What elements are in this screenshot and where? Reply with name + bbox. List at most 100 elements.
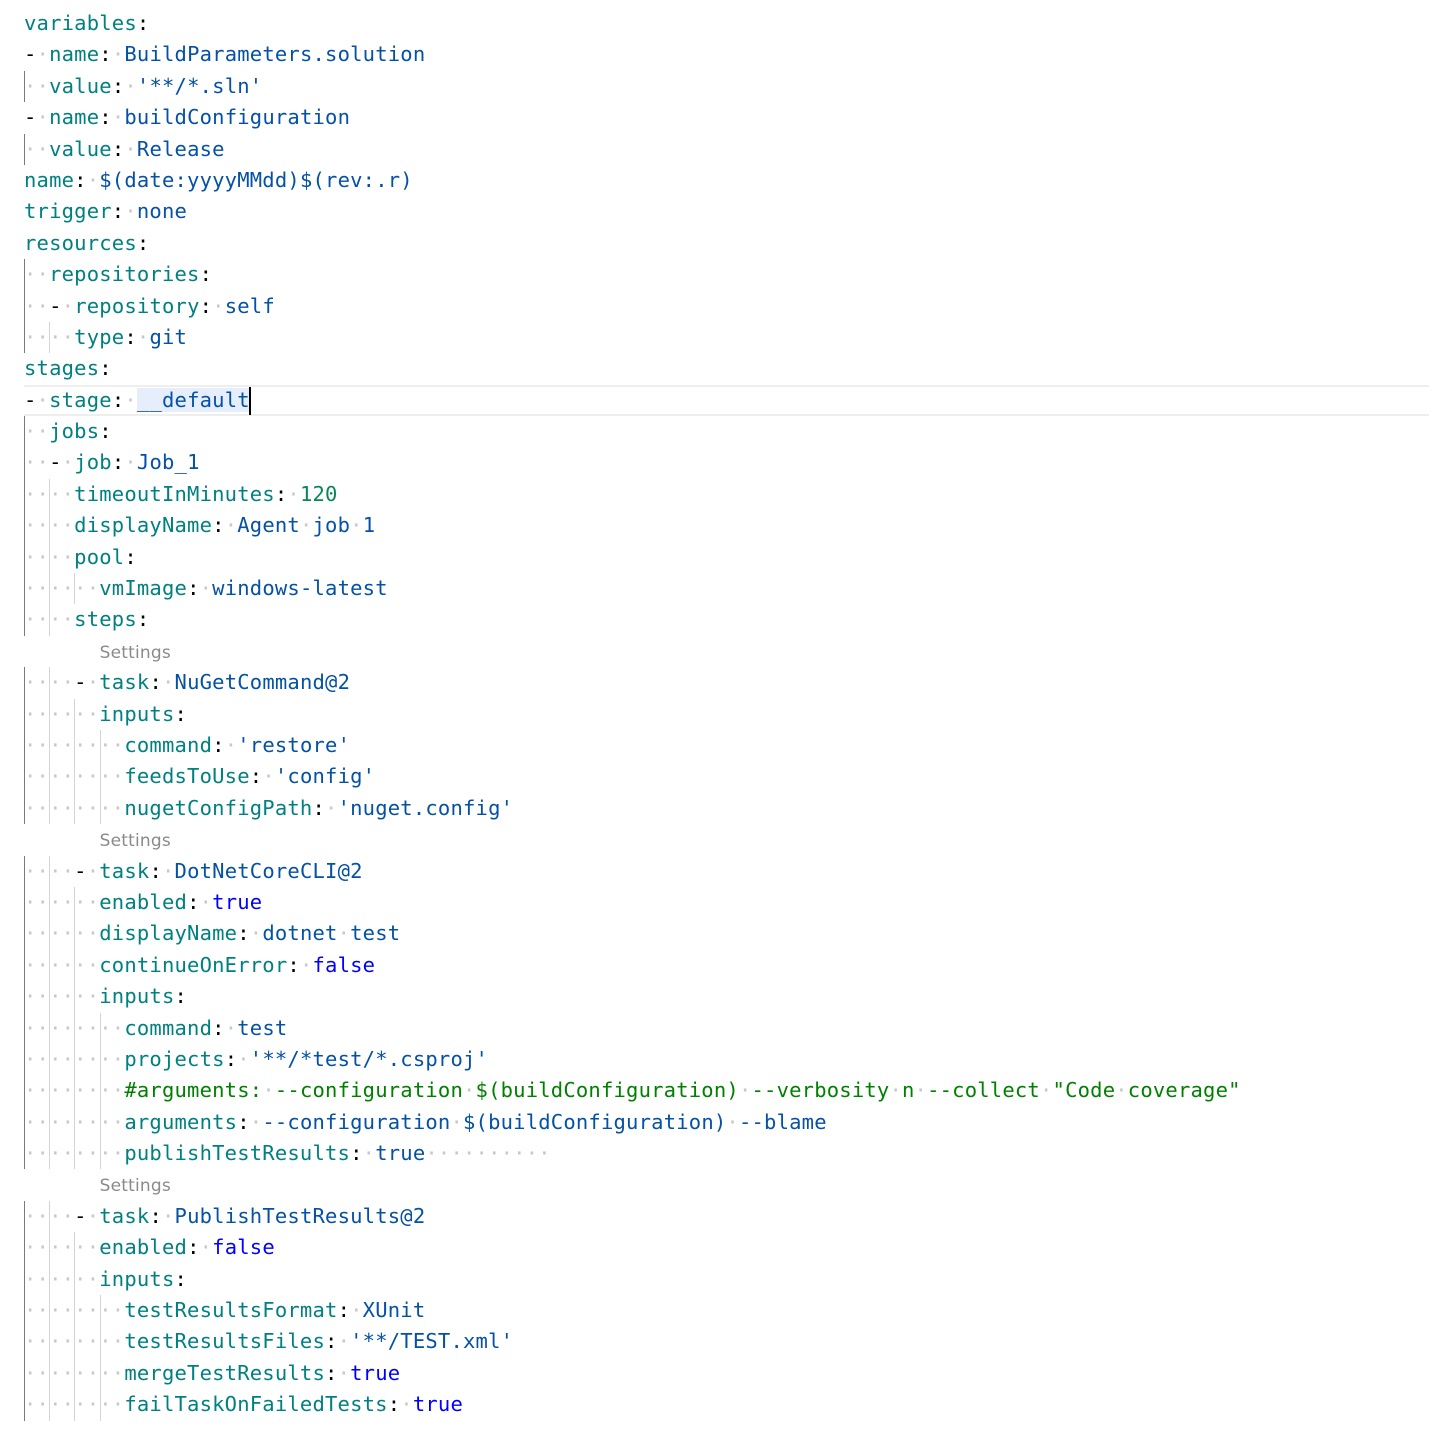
code-line[interactable]: ········failTaskOnFailedTests:·true	[0, 1389, 1429, 1421]
indent-guide	[24, 729, 25, 762]
code-line[interactable]: ········mergeTestResults:·true	[0, 1357, 1429, 1390]
code-line[interactable]: ········publishTestResults:·true········…	[0, 1138, 1429, 1170]
code-line[interactable]: ········command:·test	[0, 1012, 1429, 1044]
code-line[interactable]: ······inputs:	[0, 1263, 1429, 1296]
colon: :	[136, 607, 150, 632]
yaml-value: 'config'	[274, 764, 376, 789]
whitespace-marker: ·	[337, 1329, 351, 1354]
indent-guide	[49, 886, 51, 919]
code-line[interactable]: ····displayName:·Agent·job·1	[0, 510, 1429, 542]
code-line[interactable]: ········command:·'restore'	[0, 729, 1429, 762]
indent-guide	[99, 792, 101, 825]
code-line[interactable]: ····type:·git	[0, 321, 1429, 354]
colon: :	[187, 889, 200, 914]
code-line[interactable]: ··repositories:	[0, 259, 1429, 291]
list-dash: -	[24, 105, 37, 130]
colon: :	[111, 387, 125, 412]
code-line[interactable]: trigger:·none	[0, 196, 1429, 227]
whitespace-marker: ··	[24, 136, 50, 161]
code-line[interactable]: ··jobs:	[0, 416, 1429, 448]
yaml-key: inputs	[99, 984, 175, 1009]
indent-guide	[49, 1043, 51, 1076]
code-line[interactable]: ········arguments:·--configuration·$(bui…	[0, 1106, 1429, 1139]
code-line[interactable]: -·name:·buildConfiguration	[0, 102, 1429, 133]
indent-guide	[74, 792, 76, 825]
whitespace-marker: ······	[24, 576, 100, 601]
indent-guide	[74, 1232, 76, 1264]
indent-guide	[99, 1389, 101, 1421]
yaml-value: XUnit	[362, 1298, 426, 1323]
yaml-comment: #arguments:·--configuration·$(buildConfi…	[124, 1078, 1241, 1103]
code-line[interactable]: ······enabled:·false	[0, 1232, 1429, 1264]
code-line[interactable]: -·stage:·__default	[24, 384, 1429, 417]
code-line[interactable]: ······inputs:	[0, 981, 1429, 1013]
code-line[interactable]: variables:	[0, 8, 1429, 39]
code-line[interactable]: ··value:·Release	[0, 133, 1429, 165]
yaml-value: __default	[136, 387, 250, 412]
indent-guide	[24, 1043, 25, 1076]
code-line[interactable]: ········projects:·'**/*test/*.csproj'	[0, 1043, 1429, 1076]
code-line[interactable]: ··-·job:·Job_1	[0, 447, 1429, 479]
code-line[interactable]: ····-·task:·NuGetCommand@2	[0, 667, 1429, 699]
whitespace-marker: ··	[24, 73, 50, 98]
code-line[interactable]: ········feedsToUse:·'config'	[0, 761, 1429, 793]
colon: :	[237, 1109, 250, 1134]
indent-guide	[49, 729, 51, 762]
whitespace-marker: ·	[400, 1392, 413, 1417]
indent-guide	[24, 1106, 25, 1139]
codelens-settings-row[interactable]: Settings	[0, 636, 1429, 667]
code-line[interactable]: ······displayName:·dotnet·test	[0, 918, 1429, 950]
colon: :	[174, 1266, 188, 1291]
code-line[interactable]: ····pool:	[0, 541, 1429, 574]
codelens-settings-link[interactable]: Settings	[100, 831, 171, 851]
code-line[interactable]: ······enabled:·true	[0, 886, 1429, 919]
yaml-key: repositories	[49, 262, 200, 287]
code-line[interactable]: stages:	[0, 353, 1429, 384]
indent-guide	[24, 541, 25, 574]
codelens-settings-row[interactable]: Settings	[0, 824, 1429, 855]
code-line[interactable]: -·name:·BuildParameters.solution	[0, 39, 1429, 70]
code-line[interactable]: ····timeoutInMinutes:·120	[0, 478, 1429, 511]
yaml-value: 'restore'	[237, 732, 351, 757]
code-line[interactable]: ········testResultsFiles:·'**/TEST.xml'	[0, 1326, 1429, 1358]
yaml-key: name	[49, 105, 100, 130]
yaml-value: 'nuget.config'	[337, 795, 514, 820]
yaml-value: true	[375, 1141, 426, 1166]
code-line[interactable]: ··-·repository:·self	[0, 290, 1429, 322]
codelens-settings-link[interactable]: Settings	[100, 643, 171, 663]
yaml-value: false	[212, 1235, 275, 1260]
code-line[interactable]: ····steps:	[0, 604, 1429, 636]
whitespace-marker: ······	[24, 701, 100, 726]
yaml-value: true	[412, 1392, 463, 1417]
code-line[interactable]: name:·$(date:yyyyMMdd)$(rev:.r)	[0, 165, 1429, 196]
yaml-code-editor[interactable]: variables: -·name:·BuildParameters.soluti…	[0, 8, 1429, 1421]
codelens-settings-link[interactable]: Settings	[100, 1176, 171, 1196]
yaml-key: projects	[124, 1046, 225, 1071]
colon: :	[99, 356, 112, 381]
code-line[interactable]: ······continueOnError:·false	[0, 949, 1429, 982]
code-line[interactable]: ······vmImage:·windows-latest	[0, 573, 1429, 605]
yaml-key: task	[99, 858, 150, 883]
code-line[interactable]: ········#arguments:·--configuration·$(bu…	[0, 1075, 1429, 1107]
code-line[interactable]: resources:	[0, 228, 1429, 259]
whitespace-marker: ·	[36, 105, 50, 130]
indent-guide	[24, 1012, 25, 1044]
code-line[interactable]: ······inputs:	[0, 698, 1429, 730]
whitespace-marker: ··	[24, 293, 50, 318]
code-line[interactable]: ····-·task:·DotNetCoreCLI@2	[0, 855, 1429, 887]
yaml-key: steps	[74, 607, 137, 632]
colon: :	[212, 1015, 225, 1040]
whitespace-marker: ·	[124, 387, 137, 412]
indent-guide	[49, 1357, 51, 1390]
indent-guide	[24, 321, 25, 354]
code-line[interactable]: ········nugetConfigPath:·'nuget.config'	[0, 792, 1429, 825]
code-line[interactable]: ··value:·'**/*.sln'	[0, 70, 1429, 103]
codelens-settings-row[interactable]: Settings	[0, 1169, 1429, 1200]
whitespace-marker: ······	[24, 984, 100, 1009]
yaml-key: type	[74, 324, 125, 349]
yaml-key: job	[74, 450, 112, 475]
code-line[interactable]: ····-·task:·PublishTestResults@2	[0, 1200, 1429, 1233]
whitespace-marker: ·	[36, 387, 50, 412]
code-line[interactable]: ········testResultsFormat:·XUnit	[0, 1295, 1429, 1327]
whitespace-marker: ·	[124, 73, 137, 98]
